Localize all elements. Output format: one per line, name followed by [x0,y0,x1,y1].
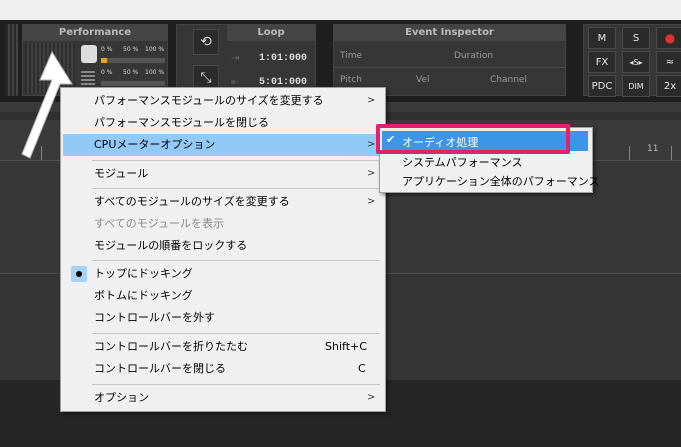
menu-separator [92,333,380,334]
mix-buttons-module: M S ● FX ◂S▸ ≈ PDC DIM 2x [583,24,681,97]
window-top-strip [0,0,681,20]
event-inspector-module: Event Inspector Time Duration Pitch Vel … [333,24,566,96]
cpu-scale-100: 100 % [145,46,165,53]
submenu-arrow-icon: > [367,95,376,106]
submenu-arrow-icon: > [367,168,376,179]
mute-button[interactable]: M [588,27,616,49]
menu-item-label: モジュール [94,167,149,180]
loop-start-value[interactable]: 1:01:000 [259,53,307,64]
menu-item-label: コントロールバーを外す [94,311,215,324]
menu-item-show-all-modules: すべてのモジュールを表示 [63,213,383,235]
double-speed-button[interactable]: 2x [656,75,681,97]
loop-toggle-icon[interactable]: ⟲ [193,29,219,55]
stereo-width-button[interactable]: ◂S▸ [622,51,650,73]
menu-item-options[interactable]: オプション > [63,387,383,409]
field-channel[interactable]: Channel [490,75,527,85]
event-inspector-title: Event Inspector [334,25,565,41]
menu-separator [92,384,380,385]
menu-item-dock-top[interactable]: トップにドッキング [63,263,383,285]
menu-item-cpu-meter-options[interactable]: CPUメーターオプション > [63,134,383,156]
menu-item-shortcut: Shift+C [325,340,367,353]
field-vel[interactable]: Vel [416,75,430,85]
record-button[interactable]: ● [656,27,681,49]
menu-item-label: トップにドッキング [94,267,193,280]
menu-item-label: CPUメーターオプション [94,138,216,151]
dim-button[interactable]: DIM [622,75,650,97]
submenu-item-app-performance[interactable]: アプリケーション全体のパフォーマンス [382,170,600,189]
field-pitch[interactable]: Pitch [340,75,362,85]
cpu-scale-0: 0 % [101,46,113,53]
stereo-arrows-icon: ◂S▸ [629,57,643,67]
phase-button[interactable]: ≈ [656,51,681,73]
disk-meter-bar[interactable] [101,81,165,86]
menu-separator [92,160,380,161]
disk-scale-100: 100 % [145,69,165,76]
cpu-meter-bar[interactable] [101,58,165,63]
menu-item-label: すべてのモジュールを表示 [94,217,225,230]
submenu-arrow-icon: > [367,139,376,150]
menu-item-resize-performance[interactable]: パフォーマンスモジュールのサイズを変更する > [63,90,383,112]
menu-item-label: すべてのモジュールのサイズを変更する [94,195,290,208]
menu-item-shortcut: C [358,362,366,375]
field-time[interactable]: Time [340,51,362,61]
submenu-arrow-icon: > [367,392,376,403]
loop-start-marker-icon: ⇥ [231,53,240,64]
menu-item-label: パフォーマンスモジュールを閉じる [94,116,270,129]
submenu-item-label: システムパフォーマンス [402,156,523,169]
menu-item-modules[interactable]: モジュール > [63,163,383,185]
phase-icon: ≈ [665,56,675,68]
submenu-item-label: アプリケーション全体のパフォーマンス [402,175,600,188]
cpu-meter-icon [81,45,97,63]
fx-button[interactable]: FX [588,51,616,73]
menu-item-label: ボトムにドッキング [94,289,193,302]
solo-button[interactable]: S [622,27,650,49]
menu-item-label: パフォーマンスモジュールのサイズを変更する [94,94,324,107]
menu-item-dock-bottom[interactable]: ボトムにドッキング [63,285,383,307]
context-menu: パフォーマンスモジュールのサイズを変更する > パフォーマンスモジュールを閉じる… [60,87,386,412]
record-dot-icon: ● [664,31,676,45]
menu-separator [92,188,380,189]
menu-separator [92,260,380,261]
disk-scale-0: 0 % [101,69,113,76]
performance-title: Performance [23,25,167,41]
menu-item-label: モジュールの順番をロックする [94,239,248,252]
menu-item-collapse-control-bar[interactable]: コントロールバーを折りたたむ Shift+C [63,336,383,358]
cpu-meter-fill [101,58,108,63]
ruler-measure-label: 11 [647,144,659,154]
radio-check-icon [71,266,87,282]
menu-item-label: オプション [94,391,149,404]
loop-title: Loop [227,25,315,41]
menu-item-close-performance[interactable]: パフォーマンスモジュールを閉じる [63,112,383,134]
event-inspector-divider [334,67,565,68]
disk-meter-icon [81,69,95,85]
menu-item-close-control-bar[interactable]: コントロールバーを閉じる C [63,358,383,380]
disk-scale-50: 50 % [123,69,139,76]
menu-item-label: コントロールバーを折りたたむ [94,340,248,353]
menu-item-lock-module-order[interactable]: モジュールの順番をロックする [63,235,383,257]
field-duration[interactable]: Duration [454,51,493,61]
menu-item-label: コントロールバーを閉じる [94,362,226,375]
loop-module: Loop ⟲ ⤡ ⇥ 1:01:000 ⇤ 5:01:000 [176,24,316,96]
menu-item-resize-all-modules[interactable]: すべてのモジュールのサイズを変更する > [63,191,383,213]
menu-item-undock-control-bar[interactable]: コントロールバーを外す [63,307,383,329]
pdc-button[interactable]: PDC [588,75,616,97]
cpu-scale-50: 50 % [123,46,139,53]
highlight-callout-box [376,124,570,154]
submenu-arrow-icon: > [367,196,376,207]
